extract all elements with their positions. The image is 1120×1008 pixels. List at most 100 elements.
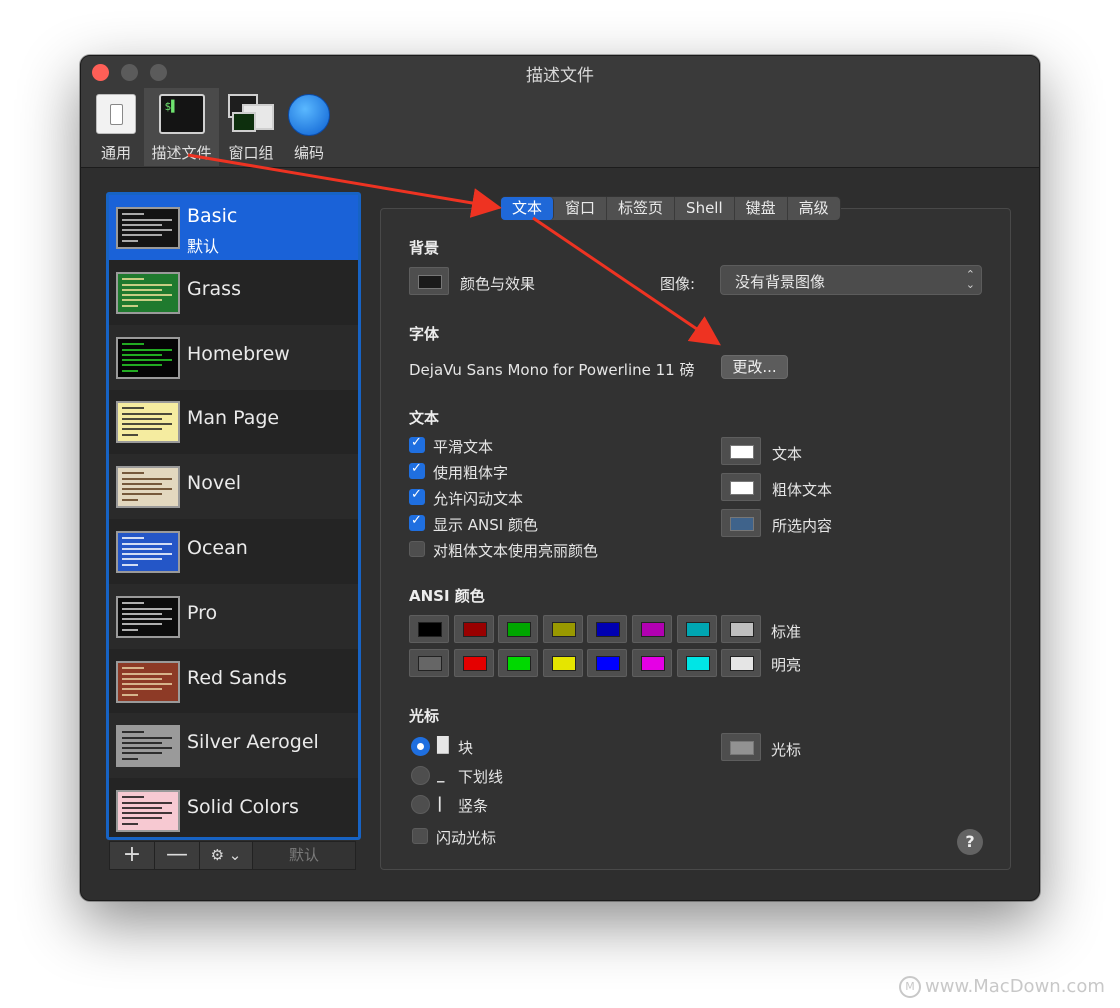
cursor-style-label: 块 <box>458 739 474 757</box>
toolbar-item-encoding[interactable]: 编码 <box>284 88 334 166</box>
profile-thumbnail <box>116 725 180 768</box>
ansi-normal-color-well[interactable] <box>409 615 449 643</box>
tab-3[interactable]: Shell <box>675 197 735 220</box>
ansi-bright-color-well[interactable] <box>498 649 539 677</box>
remove-profile-button[interactable]: — <box>155 842 200 869</box>
text-color-label: 粗体文本 <box>772 481 833 499</box>
ansi-color-swatch <box>641 622 665 637</box>
profile-thumbnail <box>116 660 180 703</box>
text-option-label: 显示 ANSI 颜色 <box>433 516 538 534</box>
text-color-well[interactable] <box>721 473 761 501</box>
profile-name: Basic <box>187 205 238 227</box>
profile-name: Homebrew <box>187 342 290 365</box>
profile-thumbnail <box>116 401 180 444</box>
ansi-bright-color-well[interactable] <box>676 649 717 677</box>
help-button[interactable]: ? <box>957 829 983 855</box>
toolbar-item-window-groups[interactable]: 窗口组 <box>221 88 281 166</box>
add-profile-button[interactable]: + <box>110 842 155 869</box>
tab-0[interactable]: 文本 <box>501 197 555 220</box>
text-option-checkbox[interactable] <box>409 513 425 531</box>
profile-row[interactable]: Novel <box>109 454 358 520</box>
ansi-bright-color-well[interactable] <box>721 649 762 677</box>
ansi-bright-color-well[interactable] <box>632 649 672 677</box>
text-color-well[interactable] <box>721 509 761 537</box>
tab-2[interactable]: 标签页 <box>607 197 676 220</box>
watermark-text: www.MacDown.com <box>925 976 1105 997</box>
window-group-icon <box>228 94 274 134</box>
toolbar-item-general[interactable]: 通用 <box>91 88 141 166</box>
text-color-label: 所选内容 <box>772 517 833 535</box>
toolbar-item-profiles[interactable]: $▌ 描述文件 <box>144 88 219 166</box>
ansi-color-swatch <box>507 656 532 671</box>
ansi-normal-color-well[interactable] <box>453 615 494 643</box>
ansi-color-swatch <box>418 622 442 637</box>
text-option-checkbox[interactable] <box>409 461 425 479</box>
ansi-bright-color-well[interactable] <box>542 649 583 677</box>
ansi-bright-color-well[interactable] <box>587 649 628 677</box>
ansi-normal-color-well[interactable] <box>542 615 583 643</box>
ansi-bright-color-well[interactable] <box>409 649 449 677</box>
profile-name: Silver Aerogel <box>187 731 319 754</box>
gear-menu-button[interactable]: ⚙ ⌄ <box>200 842 253 869</box>
profile-row[interactable]: Man Page <box>109 389 358 454</box>
toolbar-label: 通用 <box>100 144 131 162</box>
ansi-color-swatch <box>730 656 755 671</box>
cursor-style-radio[interactable] <box>411 737 430 756</box>
profile-row[interactable]: Red Sands <box>109 649 358 714</box>
blink-cursor-checkbox[interactable] <box>412 828 428 844</box>
chevron-updown-icon: ⌃ ⌄ <box>965 268 975 291</box>
tab-5[interactable]: 高级 <box>788 197 840 220</box>
cursor-style-radio[interactable] <box>411 766 430 785</box>
text-color-swatch <box>730 445 754 459</box>
text-option-checkbox[interactable] <box>409 487 425 505</box>
profile-default-badge: 默认 <box>187 237 220 256</box>
set-default-button[interactable]: 默认 <box>253 842 355 869</box>
profile-thumbnail <box>116 531 180 573</box>
ansi-normal-color-well[interactable] <box>632 615 672 643</box>
ansi-normal-color-well[interactable] <box>676 615 717 643</box>
profile-thumbnail <box>116 271 180 314</box>
ansi-bright-color-well[interactable] <box>453 649 494 677</box>
settings-tabs: 文本 窗口 标签页 Shell 键盘 高级 <box>500 196 841 221</box>
globe-icon <box>288 94 330 136</box>
cursor-style-glyph: █ <box>437 736 449 754</box>
text-option-checkbox[interactable] <box>409 435 425 453</box>
profile-name: Red Sands <box>187 666 287 689</box>
background-color-well[interactable] <box>409 267 449 295</box>
text-color-swatch <box>730 517 754 531</box>
cursor-color-label: 光标 <box>771 741 802 759</box>
cursor-color-well[interactable] <box>721 733 761 761</box>
profile-row[interactable]: Homebrew <box>109 324 358 390</box>
profile-list[interactable]: Basic 默认 Grass Homebrew Man Page Novel Ocean Pr… <box>106 192 361 840</box>
profile-row[interactable]: Ocean <box>109 519 358 584</box>
ansi-normal-color-well[interactable] <box>587 615 628 643</box>
background-image-popup[interactable]: 没有背景图像 ⌃ ⌄ <box>720 265 982 295</box>
ansi-normal-label: 标准 <box>771 623 802 641</box>
text-option-checkbox[interactable] <box>409 541 425 557</box>
cursor-style-radio[interactable] <box>411 795 430 814</box>
profile-row[interactable]: Basic 默认 <box>109 195 358 260</box>
change-font-button[interactable]: 更改... <box>721 355 788 379</box>
tab-1[interactable]: 窗口 <box>554 197 608 220</box>
cursor-section-title: 光标 <box>409 707 440 725</box>
profile-row[interactable]: Pro <box>109 583 358 649</box>
text-color-well[interactable] <box>721 437 761 465</box>
profile-row[interactable]: Silver Aerogel <box>109 713 358 779</box>
profile-row[interactable]: Solid Colors <box>109 778 358 837</box>
watermark: Mwww.MacDown.com <box>899 976 1105 998</box>
ansi-bright-label: 明亮 <box>771 656 802 674</box>
ansi-color-swatch <box>641 656 665 671</box>
ansi-normal-color-well[interactable] <box>498 615 539 643</box>
toolbar: 描述文件 通用 $▌ 描述文件 窗口组 编码 <box>81 56 1039 168</box>
switch-icon <box>96 94 136 134</box>
ansi-color-swatch <box>551 622 576 637</box>
ansi-color-swatch <box>596 622 621 637</box>
profile-row[interactable]: Grass <box>109 260 358 325</box>
tab-4[interactable]: 键盘 <box>735 197 788 220</box>
toolbar-label: 编码 <box>293 144 324 162</box>
color-effects-label: 颜色与效果 <box>460 275 536 293</box>
ansi-normal-color-well[interactable] <box>721 615 762 643</box>
profile-thumbnail <box>116 466 180 509</box>
toolbar-label: 窗口组 <box>228 144 274 162</box>
profile-thumbnail <box>116 790 180 833</box>
